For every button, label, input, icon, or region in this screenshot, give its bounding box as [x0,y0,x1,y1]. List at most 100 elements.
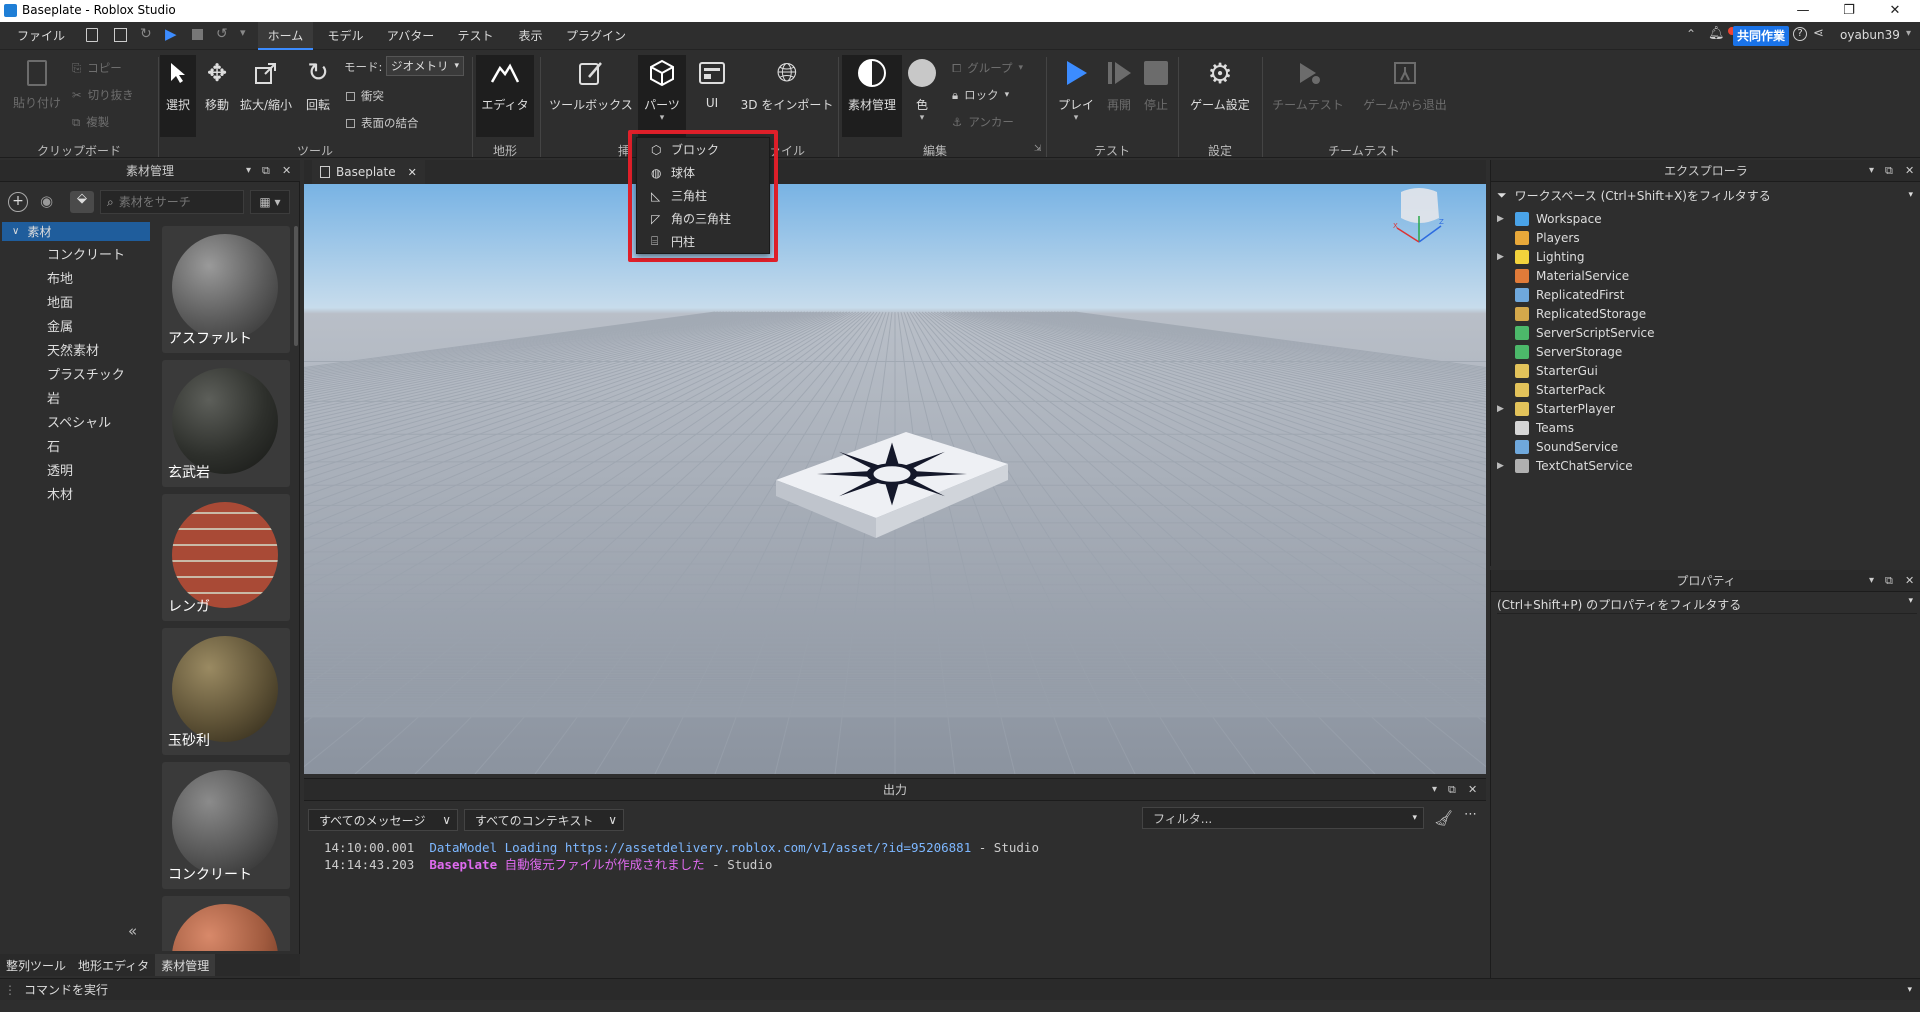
mode-dropdown[interactable]: ジオメトリ ▾ [386,56,464,76]
save-icon[interactable] [114,28,127,42]
material-manager-button[interactable]: 素材管理 [842,55,902,137]
material-search-input[interactable] [118,195,229,209]
lock-button[interactable]: 🔒︎ ロック ▾ [952,84,1009,106]
category-item[interactable]: スペシャル [2,409,150,433]
material-scrollbar[interactable] [294,226,298,346]
close-window-button[interactable]: ✕ [1872,0,1918,22]
clear-output-icon[interactable]: 🧹︎ [1434,809,1453,827]
collapse-ribbon-icon[interactable]: ⌃ [1686,27,1696,41]
category-item[interactable]: 天然素材 [2,337,150,361]
panel-menu-icon[interactable]: ▾ [1869,570,1874,592]
explorer-item[interactable]: Teams [1497,418,1917,437]
menu-item-block[interactable]: ⬡ ブロック [637,138,769,161]
group-button[interactable]: ⧠ グループ ▾ [952,57,1023,79]
tab-align-tool[interactable]: 整列ツール [0,954,72,976]
play-button[interactable]: プレイ ▾ [1052,55,1100,123]
ui-button[interactable]: UI [690,55,734,110]
close-icon[interactable]: ✕ [1905,160,1914,182]
category-item[interactable]: 木材 [2,481,150,505]
quick-access-dropdown-icon[interactable]: ▾ [240,26,246,39]
expand-arrow-icon[interactable]: ▶ [1497,404,1515,414]
new-file-icon[interactable] [86,28,98,42]
collision-checkbox[interactable]: 衝突 [346,85,384,107]
material-pin-icon[interactable]: ◉ [40,192,60,212]
close-icon[interactable]: ✕ [1905,570,1914,592]
quick-play-icon[interactable]: ▶ [165,25,177,43]
explorer-item[interactable]: ▶ TextChatService [1497,456,1917,475]
spawn-location[interactable] [776,432,1036,572]
undock-icon[interactable]: ⧉ [1885,160,1893,182]
menu-item-corner-wedge[interactable]: ◸ 角の三角柱 [637,207,769,230]
output-filter-input[interactable]: フィルタ... ▾ [1142,807,1424,829]
select-tool-button[interactable]: 選択 [160,55,196,137]
category-item[interactable]: 石 [2,433,150,457]
material-search-box[interactable]: ⌕ [100,190,244,214]
duplicate-button[interactable]: ⧉ 複製 [72,111,109,133]
material-card[interactable]: レンガ [162,494,290,621]
redo-icon[interactable]: ↻ [140,26,152,42]
menu-file[interactable]: ファイル [8,22,74,50]
menu-test[interactable]: テスト [448,22,503,50]
paste-button[interactable]: 貼り付け [10,55,64,111]
expand-arrow-icon[interactable]: ▶ [1497,252,1515,262]
color-button[interactable]: 色 ▾ [904,55,940,123]
category-item[interactable]: 地面 [2,289,150,313]
tab-material-manager[interactable]: 素材管理 [155,954,216,976]
explorer-item[interactable]: StarterGui [1497,361,1917,380]
category-item[interactable]: 布地 [2,265,150,289]
cut-button[interactable]: ✂ 切り抜き [72,84,134,106]
explorer-item[interactable]: ServerStorage [1497,342,1917,361]
menu-item-cylinder[interactable]: ⌸ 円柱 [637,230,769,253]
resume-button[interactable]: 再開 [1100,55,1138,113]
game-settings-button[interactable]: ⚙ ゲーム設定 [1184,55,1256,113]
edit-group-expand-icon[interactable]: ⇲ [1034,144,1042,154]
material-card[interactable]: 玉砂利 [162,628,290,755]
explorer-item[interactable]: ▶ Workspace [1497,209,1917,228]
menu-item-wedge[interactable]: ◺ 三角柱 [637,184,769,207]
close-icon[interactable]: ✕ [1468,779,1477,801]
view-mode-dropdown[interactable]: ▦ ▾ [250,190,290,214]
explorer-item[interactable]: ReplicatedStorage [1497,304,1917,323]
scale-tool-button[interactable]: 拡大/縮小 [238,55,294,113]
category-root[interactable]: ∨ 素材 [2,222,150,241]
properties-filter[interactable]: (Ctrl+Shift+P) のプロパティをフィルタする ▾ [1497,596,1917,614]
minimize-button[interactable]: — [1780,0,1826,22]
import-3d-button[interactable]: 🌐︎ 3D をインポート [738,55,836,113]
explorer-item[interactable]: Players [1497,228,1917,247]
menu-item-sphere[interactable]: ◍ 球体 [637,161,769,184]
anchor-button[interactable]: ⚓︎ アンカー [952,111,1014,133]
panel-menu-icon[interactable]: ▾ [1869,160,1874,182]
exit-game-button[interactable]: ゲームから退出 [1360,55,1450,113]
panel-menu-icon[interactable]: ▾ [1432,779,1437,801]
explorer-item[interactable]: ServerScriptService [1497,323,1917,342]
rotate-tool-button[interactable]: ↻ 回転 [296,55,340,113]
join-surfaces-checkbox[interactable]: 表面の結合 [346,112,419,134]
category-item[interactable]: 透明 [2,457,150,481]
category-item[interactable]: コンクリート [2,241,150,265]
explorer-item[interactable]: SoundService [1497,437,1917,456]
notifications-bell-icon[interactable]: 🔔︎ [1708,26,1725,41]
material-card[interactable]: 玄武岩 [162,360,290,487]
copy-button[interactable]: ⎘ コピー [72,57,122,79]
material-variant-icon[interactable]: ⬙ [70,191,94,213]
command-bar[interactable]: ⋮ コマンドを実行 ▾ [0,978,1920,1000]
terrain-editor-button[interactable]: エディタ [476,55,534,137]
part-button[interactable]: パーツ ▾ [638,55,686,137]
tab-terrain-editor[interactable]: 地形エディタ [72,954,155,976]
quick-stop-icon[interactable] [192,29,203,40]
collapse-icon[interactable]: « [128,922,137,940]
panel-menu-icon[interactable]: ▾ [246,160,251,182]
explorer-item[interactable]: ▶ Lighting [1497,247,1917,266]
maximize-button[interactable]: ❐ [1826,0,1872,22]
expand-arrow-icon[interactable]: ▶ [1497,214,1515,224]
menu-plugins[interactable]: プラグイン [560,22,632,50]
category-item[interactable]: 岩 [2,385,150,409]
view-cube[interactable]: X Z [1389,184,1449,244]
tab-baseplate[interactable]: Baseplate ✕ [312,160,425,184]
viewport-3d[interactable]: X Z [304,184,1486,774]
menu-view[interactable]: 表示 [508,22,553,50]
move-tool-button[interactable]: ✥ 移動 [198,55,236,113]
user-name[interactable]: oyabun39 [1840,28,1900,42]
more-options-icon[interactable]: ⋯ [1464,807,1477,822]
category-item[interactable]: プラスチック [2,361,150,385]
